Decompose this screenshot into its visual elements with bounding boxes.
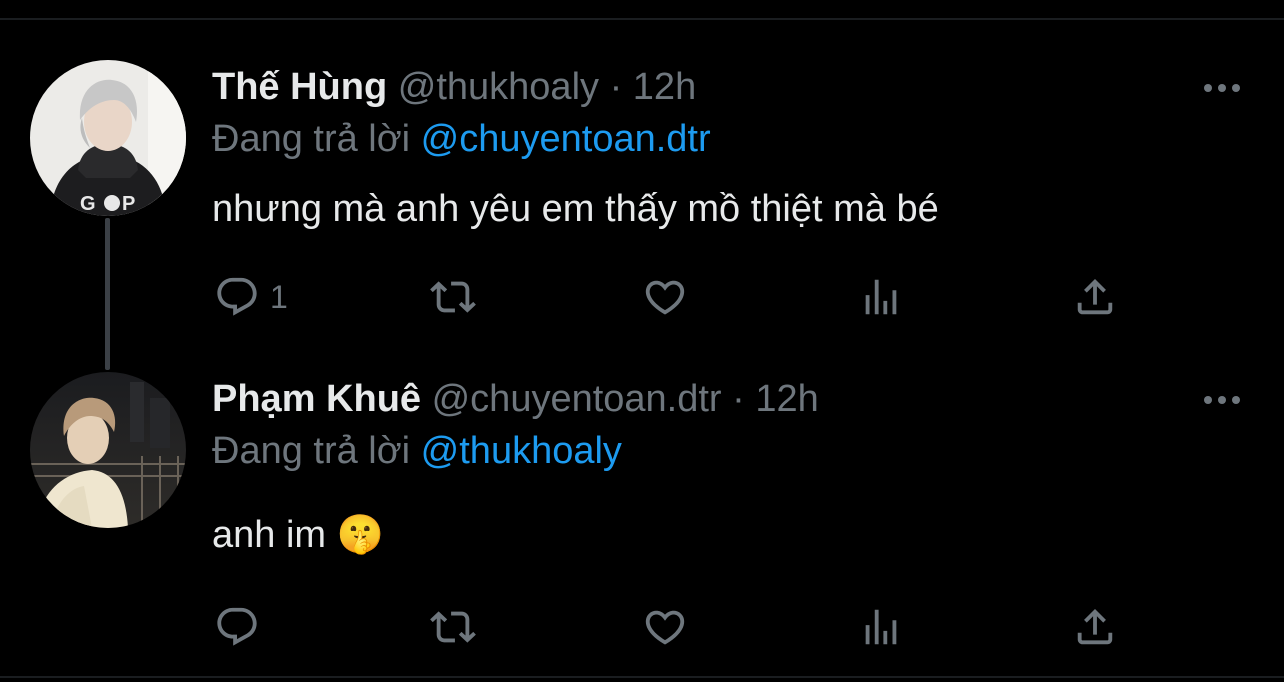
dot-separator: · [609, 66, 623, 108]
svg-text:G: G [80, 193, 96, 215]
reply-count: 1 [270, 278, 288, 315]
tweet-header: Thế Hùng @thukhoaly · 12h [212, 64, 696, 110]
replying-to-label: Đang trả lời [212, 430, 411, 472]
tweet-text: nhưng mà anh yêu em thấy mồ thiệt mà bé [212, 188, 939, 230]
reply-icon [217, 277, 257, 316]
retweet-icon [430, 611, 476, 643]
heart-icon [645, 610, 685, 645]
retweet-button[interactable] [426, 272, 480, 322]
more-options-button[interactable] [1200, 390, 1244, 410]
avatar[interactable]: G P [30, 60, 186, 216]
user-handle[interactable]: @chuyentoan.dtr [432, 378, 722, 420]
more-icon [1204, 396, 1212, 404]
share-icon [1077, 278, 1113, 315]
replying-to-line: Đang trả lời @thukhoaly [212, 428, 622, 474]
more-options-button[interactable] [1200, 78, 1244, 98]
retweet-icon [430, 281, 476, 313]
user-handle[interactable]: @thukhoaly [398, 66, 599, 108]
timestamp[interactable]: 12h [755, 378, 818, 420]
reply-button[interactable] [214, 602, 270, 652]
views-button[interactable] [858, 602, 904, 652]
reply-icon [217, 607, 257, 646]
top-divider [0, 18, 1284, 20]
analytics-icon [865, 609, 897, 645]
tweet-header: Phạm Khuê @chuyentoan.dtr · 12h [212, 376, 819, 422]
bottom-divider [0, 676, 1284, 678]
replying-to-mention[interactable]: @thukhoaly [421, 430, 622, 472]
avatar-photo-icon [30, 372, 186, 528]
share-icon [1077, 608, 1113, 645]
retweet-button[interactable] [426, 602, 480, 652]
replying-to-label: Đang trả lời [212, 118, 411, 160]
replying-to-mention[interactable]: @chuyentoan.dtr [421, 118, 711, 160]
analytics-icon [865, 279, 897, 315]
replying-to-line: Đang trả lời @chuyentoan.dtr [212, 116, 711, 162]
svg-text:P: P [122, 193, 135, 215]
share-button[interactable] [1072, 602, 1118, 652]
timestamp[interactable]: 12h [633, 66, 696, 108]
more-icon [1204, 84, 1212, 92]
like-button[interactable] [640, 602, 690, 652]
views-button[interactable] [858, 272, 904, 322]
avatar-photo-icon: G P [30, 60, 186, 216]
tweet-text: anh im 🤫 [212, 514, 384, 556]
display-name[interactable]: Thế Hùng [212, 66, 387, 108]
share-button[interactable] [1072, 272, 1118, 322]
heart-icon [645, 280, 685, 315]
like-button[interactable] [640, 272, 690, 322]
display-name[interactable]: Phạm Khuê [212, 378, 421, 420]
thread-connector-line [105, 218, 110, 370]
reply-button[interactable]: 1 [214, 272, 288, 322]
dot-separator: · [732, 378, 745, 420]
avatar[interactable] [30, 372, 186, 528]
